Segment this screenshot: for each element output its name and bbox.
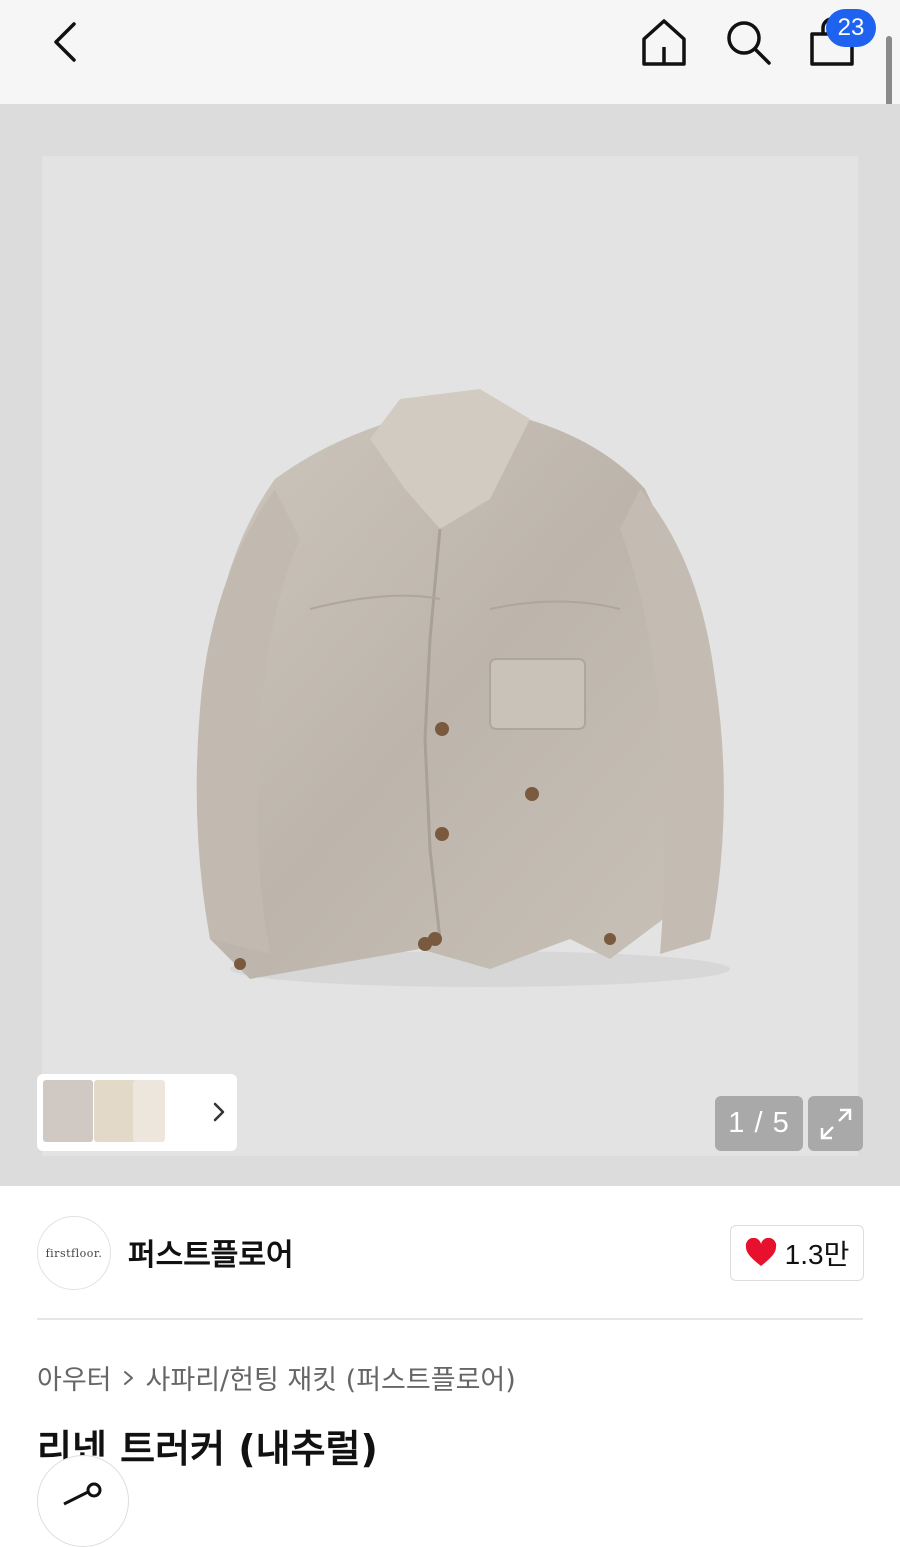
chevron-right-icon[interactable] — [207, 1096, 231, 1128]
product-image-gallery[interactable]: 1 / 5 — [0, 104, 900, 1186]
heart-icon — [745, 1238, 776, 1266]
image-counter: 1 / 5 — [715, 1096, 803, 1151]
brand-logo[interactable]: firstfloor. — [37, 1216, 111, 1290]
breadcrumb-category[interactable]: 아우터 — [37, 1358, 112, 1397]
product-image-jacket — [196, 389, 730, 987]
divider — [37, 1318, 863, 1320]
back-button[interactable] — [40, 20, 90, 64]
expand-button[interactable] — [808, 1096, 863, 1151]
top-bar: 23 — [0, 0, 900, 104]
brand-logo-text: firstfloor. — [45, 1246, 103, 1260]
home-button[interactable] — [636, 14, 692, 70]
like-button[interactable]: 1.3만 — [730, 1225, 864, 1281]
chevron-left-icon — [54, 22, 76, 62]
share-icon — [63, 1482, 102, 1506]
search-button[interactable] — [720, 14, 776, 70]
thumbnail-strip — [37, 1074, 237, 1151]
breadcrumb-subcategory[interactable]: 사파리/헌팅 재킷 (퍼스트플로어) — [146, 1358, 516, 1397]
expand-icon — [820, 1108, 851, 1139]
chevron-right-icon — [123, 1370, 133, 1385]
thumbnail-3[interactable] — [133, 1080, 165, 1142]
cart-count-badge: 23 — [826, 9, 876, 47]
brand-row: firstfloor. 퍼스트플로어 1.3만 — [0, 1186, 900, 1318]
breadcrumb: 아우터 사파리/헌팅 재킷 (퍼스트플로어) — [37, 1358, 516, 1397]
like-count: 1.3만 — [784, 1239, 850, 1270]
share-button[interactable] — [37, 1455, 129, 1547]
search-icon — [727, 21, 771, 65]
thumbnail-1[interactable] — [43, 1080, 93, 1142]
home-icon — [642, 19, 686, 66]
brand-name[interactable]: 퍼스트플로어 — [128, 1230, 294, 1274]
